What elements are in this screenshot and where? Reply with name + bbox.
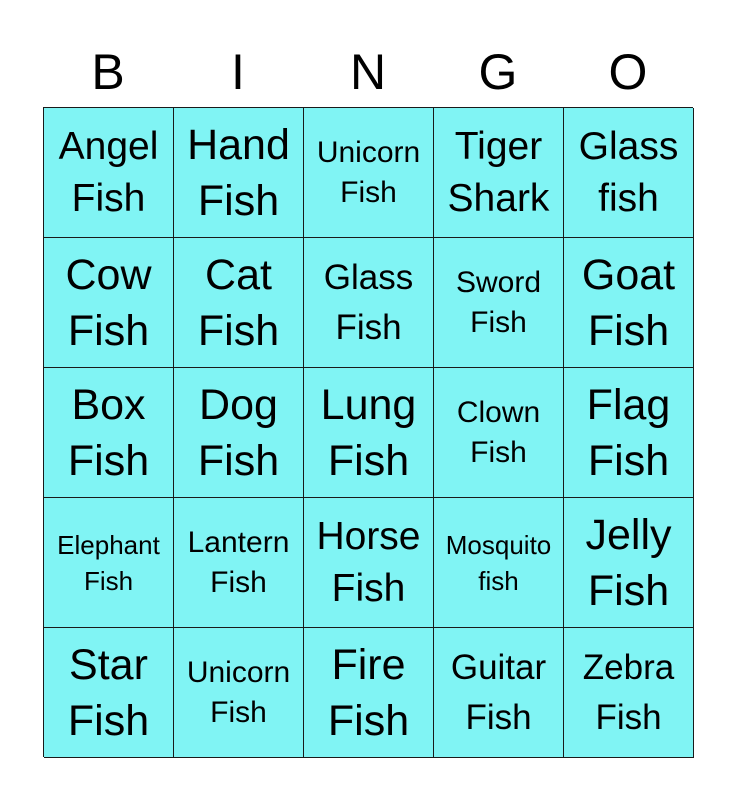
cell-label: Unicorn Fish xyxy=(186,655,291,729)
bingo-cell[interactable]: Lung Fish xyxy=(304,368,434,498)
bingo-cell[interactable]: Guitar Fish xyxy=(434,628,564,758)
bingo-cell[interactable]: Cat Fish xyxy=(174,238,304,368)
cell-label: Flag Fish xyxy=(586,380,671,485)
cell-label: Box Fish xyxy=(67,380,150,485)
cell-label: Glass Fish xyxy=(323,257,414,347)
bingo-cell[interactable]: Elephant Fish xyxy=(44,498,174,628)
cell-label: Angel Fish xyxy=(58,124,159,220)
bingo-cell[interactable]: Jelly Fish xyxy=(564,498,694,628)
cell-label: Elephant Fish xyxy=(57,529,160,596)
bingo-cell[interactable]: Tiger Shark xyxy=(434,108,564,238)
cell-label: Cat Fish xyxy=(197,250,280,355)
cell-label: Clown Fish xyxy=(456,395,541,469)
bingo-cell[interactable]: Horse Fish xyxy=(304,498,434,628)
cell-label: Star Fish xyxy=(67,640,150,745)
cell-label: Fire Fish xyxy=(327,640,410,745)
bingo-cell[interactable]: Fire Fish xyxy=(304,628,434,758)
cell-label: Lantern Fish xyxy=(187,525,290,599)
bingo-cell[interactable]: Flag Fish xyxy=(564,368,694,498)
bingo-grid: Angel Fish Hand Fish Unicorn Fish Tiger … xyxy=(43,107,694,758)
cell-label: Jelly Fish xyxy=(585,510,672,615)
bingo-cell[interactable]: Hand Fish xyxy=(174,108,304,238)
cell-label: Sword Fish xyxy=(455,265,542,339)
bingo-cell[interactable]: Lantern Fish xyxy=(174,498,304,628)
header-letter-n: N xyxy=(349,44,387,100)
bingo-cell[interactable]: Unicorn Fish xyxy=(174,628,304,758)
cell-label: Zebra Fish xyxy=(582,647,675,737)
cell-label: Unicorn Fish xyxy=(316,135,421,209)
cell-label: Horse Fish xyxy=(316,514,421,610)
bingo-cell[interactable]: Cow Fish xyxy=(44,238,174,368)
bingo-cell[interactable]: Star Fish xyxy=(44,628,174,758)
header-letter-o: O xyxy=(608,44,648,100)
cell-label: Goat Fish xyxy=(581,250,676,355)
cell-label: Lung Fish xyxy=(320,380,417,485)
bingo-cell[interactable]: Clown Fish xyxy=(434,368,564,498)
cell-label: Tiger Shark xyxy=(447,124,550,220)
header-letter-b: B xyxy=(91,44,125,100)
bingo-cell[interactable]: Unicorn Fish xyxy=(304,108,434,238)
cell-label: Cow Fish xyxy=(65,250,152,355)
bingo-cell[interactable]: Angel Fish xyxy=(44,108,174,238)
bingo-cell[interactable]: Box Fish xyxy=(44,368,174,498)
cell-label: Dog Fish xyxy=(197,380,280,485)
bingo-header: B I N G O xyxy=(43,40,693,104)
bingo-cell[interactable]: Zebra Fish xyxy=(564,628,694,758)
bingo-cell[interactable]: Glass Fish xyxy=(304,238,434,368)
bingo-cell[interactable]: Glass fish xyxy=(564,108,694,238)
cell-label: Guitar Fish xyxy=(450,647,547,737)
header-letter-g: G xyxy=(478,44,518,100)
bingo-cell[interactable]: Dog Fish xyxy=(174,368,304,498)
bingo-cell[interactable]: Mosquito fish xyxy=(434,498,564,628)
bingo-cell[interactable]: Sword Fish xyxy=(434,238,564,368)
bingo-cell[interactable]: Goat Fish xyxy=(564,238,694,368)
cell-label: Glass fish xyxy=(578,124,679,220)
header-letter-i: I xyxy=(231,44,245,100)
cell-label: Hand Fish xyxy=(187,120,290,225)
cell-label: Mosquito fish xyxy=(445,529,552,596)
